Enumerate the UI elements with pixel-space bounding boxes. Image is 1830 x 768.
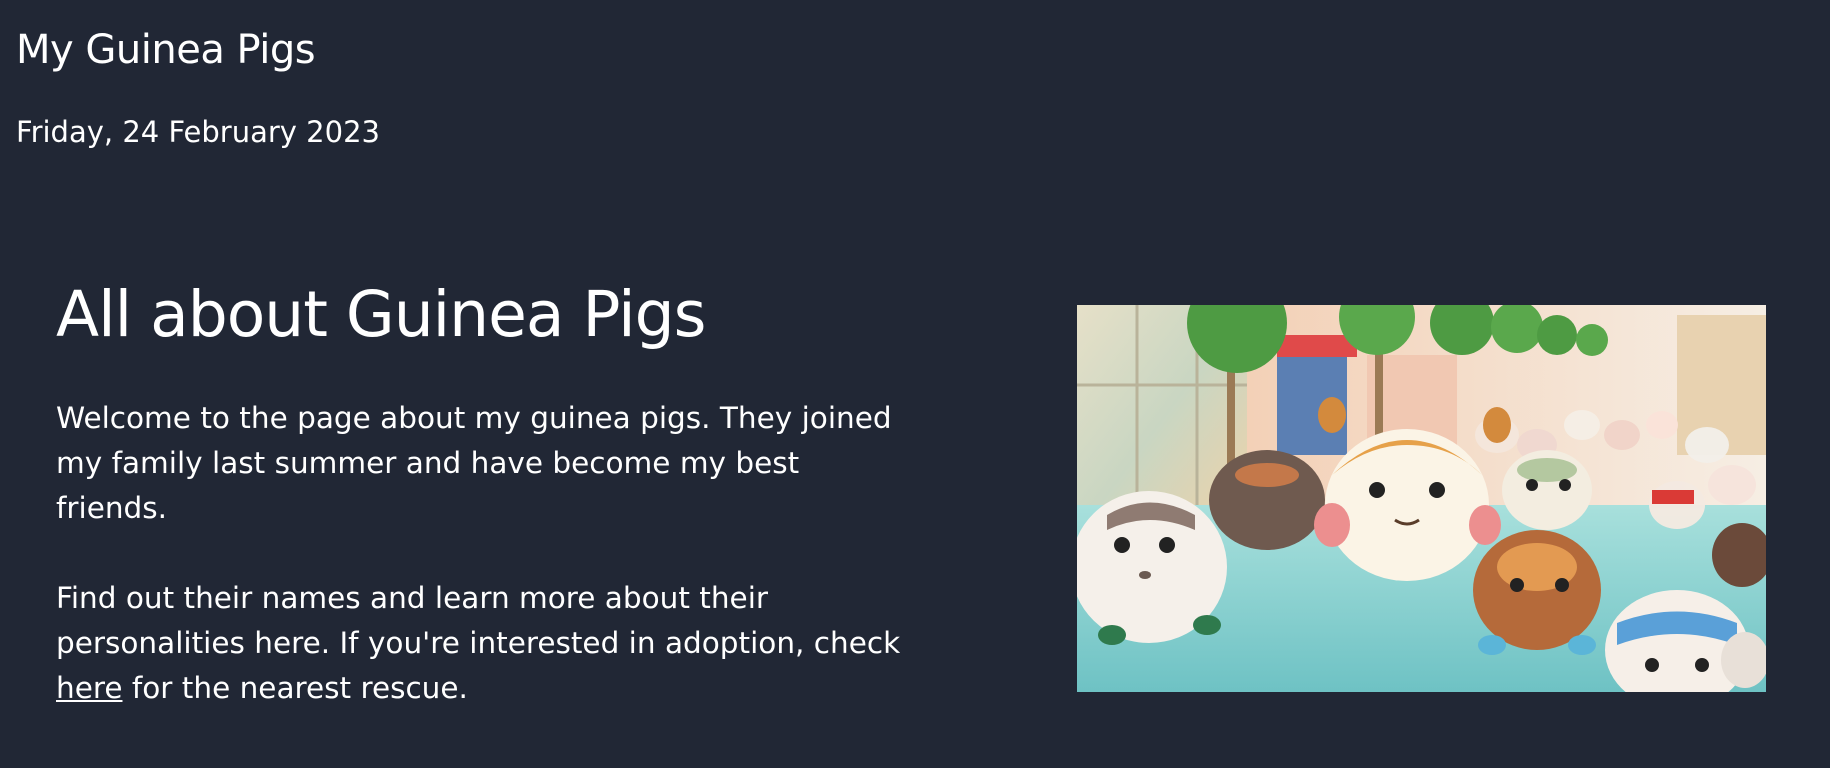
hero-photo-guinea-pigs	[1077, 305, 1766, 692]
intro-section: All about Guinea Pigs Welcome to the pag…	[56, 270, 956, 711]
site-title: My Guinea Pigs	[16, 27, 316, 73]
adoption-line-2: personalities here. If you're interested…	[56, 626, 901, 660]
welcome-line-3: friends.	[56, 491, 168, 525]
intro-paragraph-welcome: Welcome to the page about my guinea pigs…	[56, 396, 956, 531]
photo-felt-guinea-pigs-icon	[1077, 305, 1766, 692]
page-date: Friday, 24 February 2023	[16, 115, 380, 149]
rescue-link[interactable]: here	[56, 671, 122, 705]
welcome-line-2: my family last summer and have become my…	[56, 446, 800, 480]
rescue-link-suffix: for the nearest rescue.	[122, 671, 468, 705]
welcome-line-1: Welcome to the page about my guinea pigs…	[56, 401, 892, 435]
adoption-line-1: Find out their names and learn more abou…	[56, 581, 769, 615]
intro-paragraph-adoption: Find out their names and learn more abou…	[56, 576, 956, 711]
page-heading: All about Guinea Pigs	[56, 278, 706, 351]
